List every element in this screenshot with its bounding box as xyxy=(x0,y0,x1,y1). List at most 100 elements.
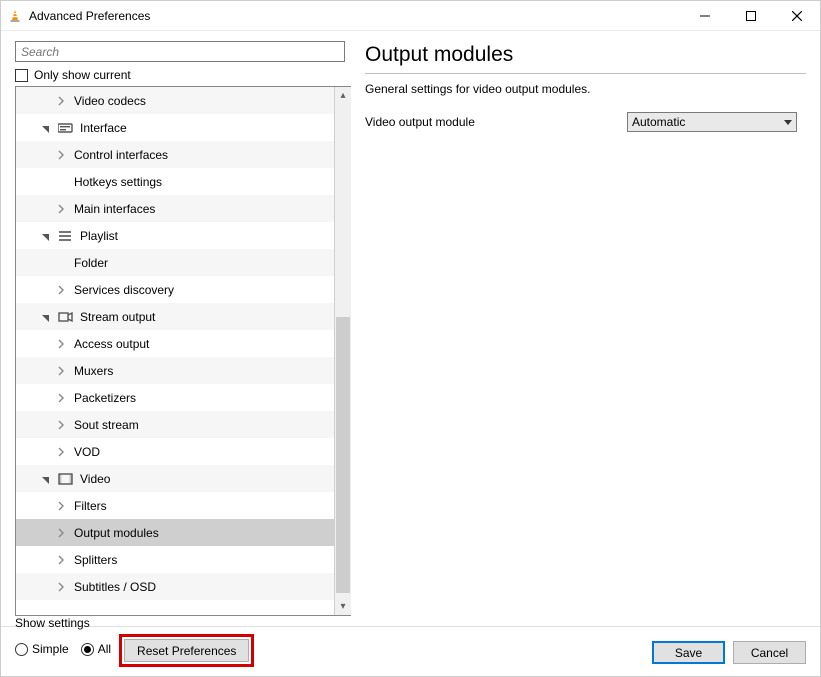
tree-item-control-interfaces[interactable]: Control interfaces xyxy=(16,141,334,168)
tree-item-label: Muxers xyxy=(74,364,113,378)
tree-item-vod[interactable]: VOD xyxy=(16,438,334,465)
tree-item-label: Video xyxy=(80,472,110,486)
advanced-preferences-window: Advanced Preferences Only show current V… xyxy=(0,0,821,677)
chevron-down-icon[interactable] xyxy=(38,310,52,324)
maximize-button[interactable] xyxy=(728,1,774,31)
title-rule xyxy=(365,73,806,74)
show-all-radio[interactable] xyxy=(81,643,94,656)
tree-item-label: Folder xyxy=(74,256,108,270)
scroll-up-icon[interactable]: ▴ xyxy=(335,87,351,104)
save-button[interactable]: Save xyxy=(652,641,725,664)
tree-item-packetizers[interactable]: Packetizers xyxy=(16,384,334,411)
video-output-module-select[interactable]: Automatic xyxy=(627,112,797,132)
tree-item-label: Playlist xyxy=(80,229,118,243)
scrollbar-thumb[interactable] xyxy=(336,317,350,593)
tree-item-muxers[interactable]: Muxers xyxy=(16,357,334,384)
tree-item-label: Control interfaces xyxy=(74,148,168,162)
tree-item-label: Filters xyxy=(74,499,107,513)
chevron-right-icon[interactable] xyxy=(54,445,68,459)
show-settings-group: Show settings Simple All Reset Preferenc… xyxy=(15,616,254,664)
search-input[interactable] xyxy=(15,41,345,62)
reset-highlight: Reset Preferences xyxy=(119,634,254,667)
tree-item-label: Interface xyxy=(80,121,127,135)
chevron-right-icon[interactable] xyxy=(54,526,68,540)
tree-item-label: Services discovery xyxy=(74,283,174,297)
left-pane: Only show current Video codecs Interface C… xyxy=(1,31,351,626)
page-title: Output modules xyxy=(365,43,806,67)
chevron-right-icon[interactable] xyxy=(54,553,68,567)
tree-item-label: Video codecs xyxy=(74,94,146,108)
video-output-module-label: Video output module xyxy=(365,115,627,129)
window-title: Advanced Preferences xyxy=(29,9,150,23)
tree-item-folder[interactable]: Folder xyxy=(16,249,334,276)
chevron-right-icon[interactable] xyxy=(54,391,68,405)
tree-item-interface[interactable]: Interface xyxy=(16,114,334,141)
chevron-down-icon[interactable] xyxy=(38,229,52,243)
chevron-down-icon xyxy=(784,115,792,129)
tree-item-label: Stream output xyxy=(80,310,155,324)
vlc-cone-icon xyxy=(7,8,23,24)
chevron-down-icon[interactable] xyxy=(38,472,52,486)
reset-preferences-button[interactable]: Reset Preferences xyxy=(124,639,249,662)
chevron-right-icon[interactable] xyxy=(54,499,68,513)
scroll-down-icon[interactable]: ▾ xyxy=(335,598,351,615)
tree-item-main-interfaces[interactable]: Main interfaces xyxy=(16,195,334,222)
right-pane: Output modules General settings for vide… xyxy=(351,31,820,626)
chevron-right-icon[interactable] xyxy=(54,418,68,432)
tree-item-label: Access output xyxy=(74,337,149,351)
video-icon xyxy=(58,471,74,487)
only-show-current-checkbox[interactable] xyxy=(15,69,28,82)
tree-item-label: VOD xyxy=(74,445,100,459)
chevron-right-icon[interactable] xyxy=(54,94,68,108)
disclosure-spacer xyxy=(54,175,68,189)
tree-item-label: Packetizers xyxy=(74,391,136,405)
tree-item-access-output[interactable]: Access output xyxy=(16,330,334,357)
cancel-button[interactable]: Cancel xyxy=(733,641,806,664)
interface-icon xyxy=(58,120,74,136)
playlist-icon xyxy=(58,228,74,244)
tree-item-label: Splitters xyxy=(74,553,117,567)
tree-scrollbar[interactable]: ▴ ▾ xyxy=(334,87,351,615)
tree-item-splitters[interactable]: Splitters xyxy=(16,546,334,573)
tree-item-label: Main interfaces xyxy=(74,202,155,216)
chevron-right-icon[interactable] xyxy=(54,283,68,297)
tree-item-video-codecs[interactable]: Video codecs xyxy=(16,87,334,114)
video-output-module-value: Automatic xyxy=(632,115,685,129)
minimize-button[interactable] xyxy=(682,1,728,31)
tree-item-label: Sout stream xyxy=(74,418,139,432)
tree-item-hotkeys-settings[interactable]: Hotkeys settings xyxy=(16,168,334,195)
video-output-module-row: Video output module Automatic xyxy=(365,112,806,132)
titlebar: Advanced Preferences xyxy=(1,1,820,31)
show-settings-label: Show settings xyxy=(15,616,254,630)
tree-item-playlist[interactable]: Playlist xyxy=(16,222,334,249)
tree-item-output-modules[interactable]: Output modules xyxy=(16,519,334,546)
tree-viewport[interactable]: Video codecs Interface Control interfaces H… xyxy=(16,87,334,615)
tree-item-subtitles-osd[interactable]: Subtitles / OSD xyxy=(16,573,334,600)
tree-item-services-discovery[interactable]: Services discovery xyxy=(16,276,334,303)
tree-item-sout-stream[interactable]: Sout stream xyxy=(16,411,334,438)
chevron-right-icon[interactable] xyxy=(54,364,68,378)
disclosure-spacer xyxy=(54,256,68,270)
close-button[interactable] xyxy=(774,1,820,31)
tree-item-video[interactable]: Video xyxy=(16,465,334,492)
tree-item-stream-output[interactable]: Stream output xyxy=(16,303,334,330)
chevron-right-icon[interactable] xyxy=(54,580,68,594)
only-show-current-row[interactable]: Only show current xyxy=(15,68,351,82)
tree-item-filters[interactable]: Filters xyxy=(16,492,334,519)
footer: Show settings Simple All Reset Preferenc… xyxy=(1,626,820,676)
chevron-right-icon[interactable] xyxy=(54,337,68,351)
body: Only show current Video codecs Interface C… xyxy=(1,31,820,626)
tree-item-label: Hotkeys settings xyxy=(74,175,162,189)
show-all-label: All xyxy=(98,642,111,656)
tree-item-label: Output modules xyxy=(74,526,159,540)
only-show-current-label: Only show current xyxy=(34,68,131,82)
show-simple-label: Simple xyxy=(32,642,69,656)
tree-item-label: Subtitles / OSD xyxy=(74,580,156,594)
show-simple-radio[interactable] xyxy=(15,643,28,656)
page-description: General settings for video output module… xyxy=(365,82,806,96)
chevron-right-icon[interactable] xyxy=(54,202,68,216)
chevron-right-icon[interactable] xyxy=(54,148,68,162)
settings-tree: Video codecs Interface Control interfaces H… xyxy=(15,86,351,616)
chevron-down-icon[interactable] xyxy=(38,121,52,135)
stream-icon xyxy=(58,309,74,325)
